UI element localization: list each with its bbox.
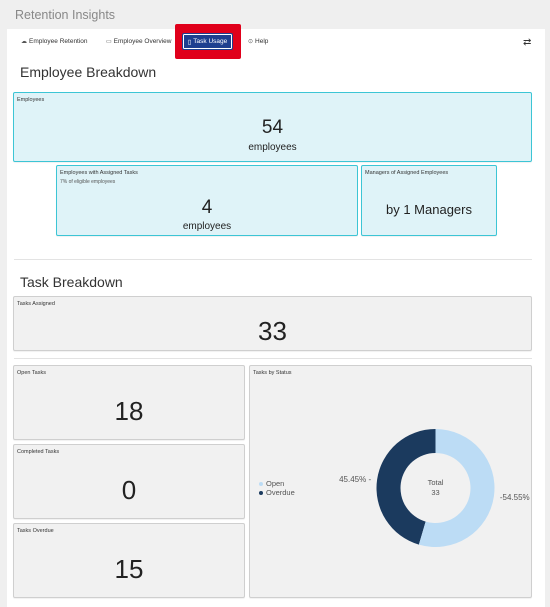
grid-icon: ▭ <box>106 39 112 45</box>
tab-label: Employee Retention <box>29 38 88 45</box>
tasks-assigned-value: 33 <box>258 316 287 346</box>
legend-dot-overdue <box>259 490 263 495</box>
card-employees-assigned[interactable]: Employees with Assigned Tasks 7% of elig… <box>56 165 358 236</box>
card-label: Tasks Overdue <box>17 528 54 534</box>
tab-label: Task Usage <box>193 38 228 45</box>
card-label: Employees with Assigned Tasks <box>60 170 138 176</box>
card-label: Tasks Assigned <box>17 301 55 307</box>
card-completed-tasks[interactable]: Completed Tasks 0 <box>13 444 245 519</box>
filter-settings-icon[interactable]: ⇄ <box>523 37 531 48</box>
tab-employee-retention[interactable]: ☁ Employee Retention <box>21 38 88 45</box>
assigned-unit: employees <box>182 221 232 232</box>
legend-label: Overdue <box>266 488 295 497</box>
legend-label: Open <box>266 479 285 488</box>
help-icon: ⊙ <box>248 39 254 45</box>
tab-label: Employee Overview <box>113 38 172 45</box>
card-employees[interactable]: Employees 54 employees <box>13 92 532 162</box>
tab-label: Help <box>255 38 269 45</box>
section-title-employee-breakdown: Employee Breakdown <box>20 64 157 80</box>
section-title-task-breakdown: Task Breakdown <box>20 274 123 290</box>
card-label: Tasks by Status <box>253 370 292 376</box>
clipboard-icon: ▯ <box>187 38 192 46</box>
legend-item-overdue[interactable]: Overdue <box>259 488 295 497</box>
open-tasks-value: 18 <box>114 396 144 426</box>
card-open-tasks[interactable]: Open Tasks 18 <box>13 365 245 440</box>
app-title: Retention Insights <box>15 8 116 22</box>
card-sub: 7% of eligible employees <box>60 179 116 185</box>
managers-value: by 1 Managers <box>386 202 472 217</box>
card-managers[interactable]: Managers of Assigned Employees by 1 Mana… <box>361 165 497 236</box>
card-label: Managers of Assigned Employees <box>365 170 449 176</box>
legend-item-open[interactable]: Open <box>259 479 295 488</box>
tab-task-usage[interactable]: ▯ Task Usage <box>182 33 233 50</box>
card-label: Employees <box>17 97 45 103</box>
card-tasks-overdue[interactable]: Tasks Overdue 15 <box>13 523 245 598</box>
completed-tasks-value: 0 <box>121 475 137 505</box>
employees-unit: employees <box>248 142 297 153</box>
chart-legend: Open Overdue <box>259 479 295 497</box>
tasks-overdue-value: 15 <box>114 554 144 584</box>
legend-dot-open <box>259 481 263 486</box>
employees-value: 54 <box>261 117 284 138</box>
tab-help[interactable]: ⊙ Help <box>248 38 268 45</box>
card-label: Open Tasks <box>17 370 46 376</box>
section-divider <box>14 259 532 260</box>
card-label: Completed Tasks <box>17 449 60 455</box>
section-divider <box>14 358 532 359</box>
card-tasks-assigned[interactable]: Tasks Assigned 33 <box>13 296 532 351</box>
tab-employee-overview[interactable]: ▭ Employee Overview <box>106 38 171 45</box>
chart-icon: ☁ <box>21 39 27 45</box>
assigned-value: 4 <box>201 197 213 218</box>
